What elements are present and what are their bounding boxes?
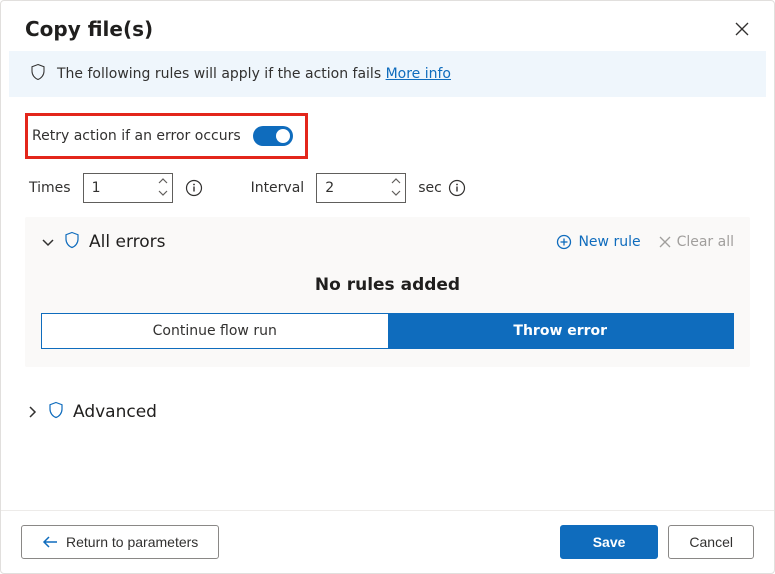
shield-icon: [63, 231, 81, 253]
error-mode-toggle: Continue flow run Throw error: [41, 313, 734, 349]
interval-spin: [391, 175, 401, 199]
error-handling-dialog: Copy file(s) The following rules will ap…: [0, 0, 775, 574]
return-button-label: Return to parameters: [66, 534, 198, 550]
toggle-knob: [276, 129, 290, 143]
chevron-up-icon[interactable]: [391, 175, 401, 187]
chevron-down-icon[interactable]: [158, 187, 168, 199]
banner-text: The following rules will apply if the ac…: [57, 66, 451, 82]
interval-input[interactable]: [317, 180, 377, 196]
retry-toggle-row: Retry action if an error occurs: [25, 113, 308, 159]
retry-toggle[interactable]: [253, 126, 293, 146]
chevron-down-icon[interactable]: [391, 187, 401, 199]
new-rule-label: New rule: [578, 234, 640, 250]
chevron-down-icon[interactable]: [41, 235, 55, 249]
clear-all-label: Clear all: [677, 234, 734, 250]
cancel-button[interactable]: Cancel: [668, 525, 754, 559]
new-rule-button[interactable]: New rule: [556, 234, 640, 250]
shield-icon: [29, 63, 47, 85]
times-spin: [158, 175, 168, 199]
interval-unit: sec: [418, 180, 442, 196]
clear-all-button: Clear all: [659, 234, 734, 250]
errors-section-title: All errors: [89, 232, 166, 252]
info-banner: The following rules will apply if the ac…: [9, 51, 766, 97]
retry-label: Retry action if an error occurs: [32, 128, 241, 144]
save-button[interactable]: Save: [560, 525, 659, 559]
chevron-right-icon: [25, 405, 39, 419]
chevron-up-icon[interactable]: [158, 175, 168, 187]
no-rules-text: No rules added: [41, 275, 734, 295]
errors-header-right: New rule Clear all: [556, 234, 734, 250]
return-to-parameters-button[interactable]: Return to parameters: [21, 525, 219, 559]
dialog-title: Copy file(s): [25, 17, 153, 41]
errors-header-left: All errors: [41, 231, 166, 253]
continue-flow-run-button[interactable]: Continue flow run: [42, 314, 388, 348]
close-icon[interactable]: [734, 21, 750, 37]
advanced-section-header[interactable]: Advanced: [25, 401, 750, 423]
errors-header: All errors New rule Clear all: [41, 231, 734, 253]
more-info-link[interactable]: More info: [386, 66, 451, 82]
times-label: Times: [29, 180, 71, 196]
errors-panel: All errors New rule Clear all No rules a…: [25, 217, 750, 367]
banner-message: The following rules will apply if the ac…: [57, 66, 381, 82]
dialog-body: Retry action if an error occurs Times In…: [1, 97, 774, 510]
times-stepper[interactable]: [83, 173, 173, 203]
info-icon[interactable]: [185, 179, 203, 197]
times-input[interactable]: [84, 180, 144, 196]
arrow-left-icon: [42, 535, 58, 549]
footer-right: Save Cancel: [560, 525, 754, 559]
interval-label: Interval: [251, 180, 305, 196]
close-icon: [659, 236, 671, 248]
shield-icon: [47, 401, 65, 423]
interval-stepper[interactable]: [316, 173, 406, 203]
info-icon[interactable]: [448, 179, 466, 197]
dialog-header: Copy file(s): [1, 1, 774, 51]
throw-error-button[interactable]: Throw error: [388, 314, 734, 348]
retry-settings-row: Times Interval sec: [25, 173, 750, 203]
plus-circle-icon: [556, 234, 572, 250]
advanced-title: Advanced: [73, 402, 157, 422]
dialog-footer: Return to parameters Save Cancel: [1, 510, 774, 573]
